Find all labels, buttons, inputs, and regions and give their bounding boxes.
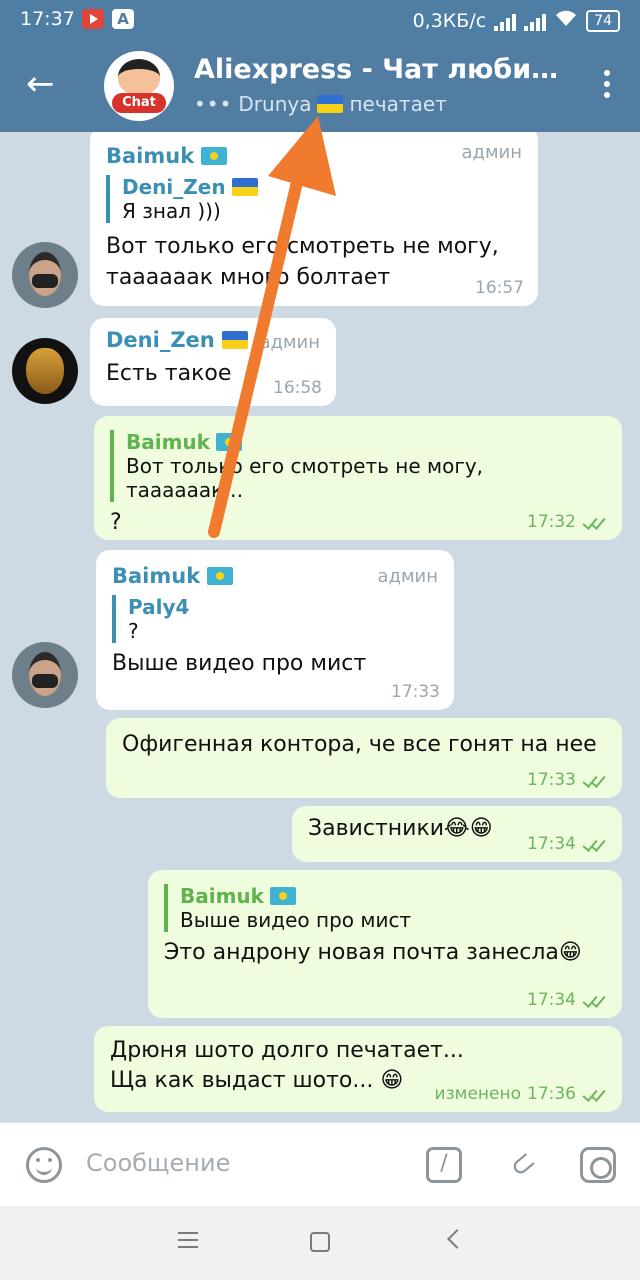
message-time: 16:57: [475, 278, 524, 298]
message-time: 17:32: [527, 512, 608, 532]
kazakhstan-flag-icon: [270, 887, 297, 905]
avatar[interactable]: [12, 242, 78, 308]
typing-dots-icon: •••: [194, 92, 233, 116]
read-checkmarks-icon: [582, 515, 608, 529]
ukraine-flag-icon: [221, 331, 248, 349]
message-time: 17:34: [527, 834, 608, 854]
signal-icon: [494, 11, 517, 31]
typing-status: ••• Drunya печатает: [194, 92, 447, 116]
avatar-label: Chat: [112, 93, 166, 113]
message-text: Вот только его смотреть не могу, таааааа…: [106, 234, 499, 290]
attach-icon[interactable]: ⊂: [496, 1137, 551, 1192]
chat-header: ← Chat Aliexpress - Чат любител… ••• Dru…: [0, 40, 640, 132]
recent-apps-icon[interactable]: [178, 1232, 198, 1248]
message-bubble[interactable]: Baimuk Вот только его смотреть не могу, …: [94, 416, 622, 540]
message-text: Офигенная контора, че все гонят на нее: [122, 732, 597, 757]
chat-title[interactable]: Aliexpress - Чат любител…: [194, 54, 566, 85]
message-time: 17:33: [391, 682, 440, 702]
youtube-notification-icon: [82, 9, 104, 29]
message-time: 17:33: [527, 770, 608, 790]
admin-badge: админ: [461, 142, 522, 163]
ukraine-flag-icon: [231, 178, 258, 196]
message-bubble[interactable]: Deni_Zen админ Есть такое 16:58: [90, 318, 336, 406]
bot-command-icon[interactable]: /: [426, 1147, 462, 1183]
read-checkmarks-icon: [582, 1087, 608, 1101]
network-speed: 0,3КБ/с: [412, 9, 487, 32]
message-text: Это андрону новая почта занесла😁: [164, 940, 582, 965]
camera-icon[interactable]: [580, 1147, 616, 1183]
reply-name: Paly4: [128, 595, 190, 619]
message-bubble[interactable]: Дрюня шото долго печатает... Ща как выда…: [94, 1026, 622, 1112]
more-options-icon[interactable]: [604, 70, 610, 98]
wifi-icon: [554, 8, 578, 33]
message-list[interactable]: Baimuk админ Deni_Zen Я знал ))) Вот тол…: [0, 132, 640, 1122]
message-text-line: Дрюня шото долго печатает...: [110, 1038, 464, 1063]
read-checkmarks-icon: [582, 773, 608, 787]
message-input[interactable]: Сообщение: [86, 1149, 230, 1177]
edited-label: изменено: [434, 1084, 521, 1104]
sender-name[interactable]: Baimuk: [112, 564, 200, 588]
avatar[interactable]: [12, 642, 78, 708]
message-bubble[interactable]: Офигенная контора, че все гонят на нее 1…: [106, 718, 622, 798]
read-checkmarks-icon: [582, 837, 608, 851]
message-input-bar: Сообщение / ⊂: [0, 1122, 640, 1206]
system-navigation-bar: [0, 1206, 640, 1280]
status-right: 0,3КБ/с 74: [413, 8, 620, 33]
message-bubble[interactable]: Baimuk админ Deni_Zen Я знал ))) Вот тол…: [90, 132, 538, 306]
battery-icon: 74: [586, 9, 620, 32]
reply-name: Baimuk: [126, 430, 210, 454]
avatar[interactable]: [12, 338, 78, 404]
back-arrow-icon[interactable]: ←: [26, 64, 55, 104]
reply-name: Deni_Zen: [122, 175, 226, 199]
message-bubble[interactable]: Завистники😂😁 17:34: [292, 806, 622, 862]
reply-quote[interactable]: Deni_Zen Я знал ))): [106, 175, 522, 223]
status-bar: 17:37 A 0,3КБ/с 74: [0, 0, 640, 40]
reply-quote[interactable]: Paly4 ?: [112, 595, 438, 643]
admin-badge: админ: [259, 332, 320, 353]
ukraine-flag-icon: [317, 95, 344, 113]
message-bubble[interactable]: Baimuk админ Paly4 ? Выше видео про мист…: [96, 550, 454, 710]
typing-label: печатает: [349, 92, 447, 116]
system-back-icon[interactable]: [447, 1229, 467, 1249]
reply-quote[interactable]: Baimuk Выше видео про мист: [164, 884, 606, 932]
message-bubble[interactable]: Baimuk Выше видео про мист Это андрону н…: [148, 870, 622, 1018]
kazakhstan-flag-icon: [201, 147, 228, 165]
reply-text: Выше видео про мист: [180, 908, 412, 932]
reply-text: ?: [128, 619, 139, 643]
status-time: 17:37: [20, 8, 75, 30]
read-checkmarks-icon: [582, 993, 608, 1007]
reply-text: Я знал ))): [122, 199, 221, 223]
reply-text: Вот только его смотреть не могу, таааааа…: [126, 454, 484, 502]
message-text: Выше видео про мист: [112, 651, 367, 676]
reply-name: Baimuk: [180, 884, 264, 908]
message-time: 16:58: [273, 378, 322, 398]
home-icon[interactable]: [310, 1232, 330, 1252]
kazakhstan-flag-icon: [207, 567, 234, 585]
typing-user: Drunya: [238, 92, 312, 116]
reply-quote[interactable]: Baimuk Вот только его смотреть не могу, …: [110, 430, 606, 502]
emoji-icon[interactable]: [26, 1147, 62, 1183]
message-time: изменено 17:36: [435, 1084, 608, 1104]
avatar-face: [118, 59, 160, 95]
admin-badge: админ: [377, 566, 438, 587]
app-notification-icon: A: [112, 9, 134, 29]
kazakhstan-flag-icon: [216, 433, 243, 451]
chat-avatar[interactable]: Chat: [104, 51, 174, 121]
sender-name[interactable]: Baimuk: [106, 144, 194, 168]
signal-2-icon: [524, 11, 547, 31]
sender-name[interactable]: Deni_Zen: [106, 328, 215, 352]
message-time: 17:34: [527, 990, 608, 1010]
